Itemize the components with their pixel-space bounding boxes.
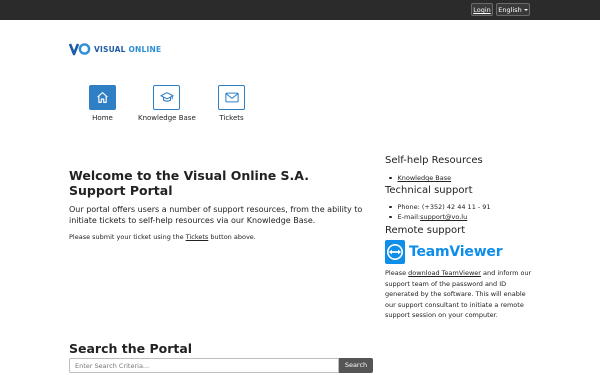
home-icon (97, 92, 108, 103)
nav-knowledge-base[interactable]: Knowledge Base (138, 85, 196, 122)
vo-logo-icon (69, 43, 91, 56)
technical-support-heading: Technical support (385, 185, 473, 196)
teamviewer-wordmark: TeamViewer (409, 244, 503, 260)
list-item: Knowledge Base (385, 173, 451, 183)
tickets-link[interactable]: Tickets (186, 233, 209, 241)
login-button[interactable]: Login (471, 3, 493, 16)
remote-support-text: Please download TeamViewer and inform ou… (385, 269, 532, 319)
self-help-list: Knowledge Base (385, 173, 451, 183)
envelope-icon (224, 92, 239, 103)
graduation-cap-icon (160, 92, 174, 102)
caret-down-icon (523, 9, 528, 11)
search-button[interactable]: Search (339, 358, 373, 373)
nav-tickets-label: Tickets (219, 114, 244, 122)
nav-home[interactable]: Home (89, 85, 116, 122)
support-email-link[interactable]: support@vo.lu (420, 213, 467, 221)
top-navbar: Login English (0, 0, 600, 20)
intro-text: Our portal offers users a number of supp… (69, 205, 363, 225)
visual-online-logo[interactable]: VISUAL ONLINE (69, 42, 161, 56)
home-button[interactable] (89, 85, 116, 110)
nav-tickets[interactable]: Tickets (218, 85, 245, 122)
nav-home-label: Home (92, 114, 113, 122)
submit-ticket-note: Please submit your ticket using the Tick… (69, 233, 256, 241)
self-help-heading: Self-help Resources (385, 155, 483, 166)
technical-support-list: Phone: (+352) 42 44 11 - 91 E-mail: supp… (385, 202, 491, 222)
language-dropdown[interactable]: English (496, 3, 530, 16)
teamviewer-logo[interactable]: TeamViewer (385, 240, 503, 264)
tickets-button[interactable] (218, 85, 245, 110)
phone-item: Phone: (+352) 42 44 11 - 91 (385, 202, 491, 212)
logo-text: VISUAL ONLINE (94, 44, 162, 54)
knowledge-base-link[interactable]: Knowledge Base (398, 174, 452, 182)
remote-support-heading: Remote support (385, 225, 466, 236)
email-item: E-mail: support@vo.lu (385, 212, 491, 222)
knowledge-base-button[interactable] (153, 85, 181, 110)
search-input[interactable] (69, 358, 339, 373)
page-title: Welcome to the Visual Online S.A. Suppor… (69, 168, 309, 198)
language-label: English (498, 6, 522, 14)
search-heading: Search the Portal (69, 341, 193, 356)
teamviewer-icon (385, 240, 405, 264)
download-teamviewer-link[interactable]: download TeamViewer (408, 269, 481, 277)
nav-knowledge-base-label: Knowledge Base (138, 114, 196, 122)
